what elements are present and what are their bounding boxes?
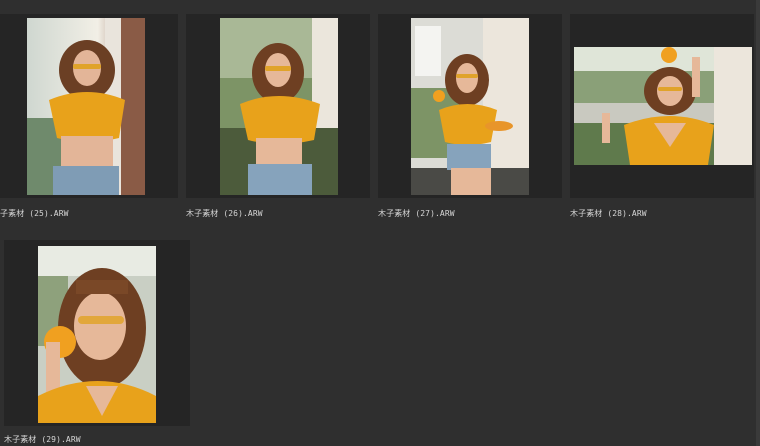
photo-graphic <box>574 47 752 165</box>
photo-graphic <box>411 18 529 195</box>
thumbnail-cell[interactable]: 木子素材 (27).ARW <box>378 14 562 218</box>
photo-graphic <box>38 246 156 423</box>
photo-graphic <box>27 18 145 195</box>
thumbnail-cell[interactable]: 子素材 (25).ARW <box>0 14 178 218</box>
thumbnail-image[interactable] <box>574 47 752 165</box>
thumbnail-cell[interactable]: 木子素材 (28).ARW <box>570 14 754 218</box>
photo-graphic <box>220 18 338 195</box>
thumbnail-filename: 木子素材 (29).ARW <box>4 435 81 444</box>
thumbnail-filename: 木子素材 (28).ARW <box>570 209 647 218</box>
thumbnail-image[interactable] <box>38 246 156 423</box>
thumbnail-filename: 子素材 (25).ARW <box>0 209 69 218</box>
thumbnail-grid: 子素材 (25).ARW 木子素材 (26).ARW 木子素材 (27).ARW… <box>0 0 760 446</box>
thumbnail-filename: 木子素材 (27).ARW <box>378 209 455 218</box>
thumbnail-image[interactable] <box>411 18 529 195</box>
thumbnail-cell[interactable]: 木子素材 (29).ARW <box>4 240 190 444</box>
thumbnail-image[interactable] <box>220 18 338 195</box>
scrollbar-track[interactable] <box>756 0 760 446</box>
thumbnail-filename: 木子素材 (26).ARW <box>186 209 263 218</box>
thumbnail-cell[interactable]: 木子素材 (26).ARW <box>186 14 370 218</box>
thumbnail-image[interactable] <box>27 18 145 195</box>
